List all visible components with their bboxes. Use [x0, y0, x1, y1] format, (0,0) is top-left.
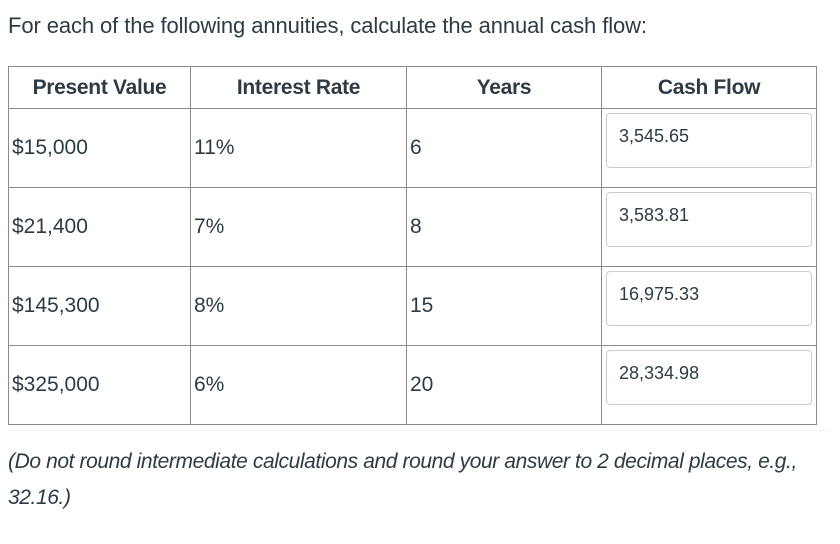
rounding-instructions: (Do not round intermediate calculations … — [8, 450, 797, 509]
interest-rate-cell: 11% — [190, 108, 407, 188]
present-value-cell: $21,400 — [8, 187, 191, 267]
table-row: $325,000 6% 20 28,334.98 — [8, 345, 817, 425]
annuities-table: Present Value Interest Rate Years Cash F… — [8, 66, 817, 425]
cash-flow-cell: 28,334.98 — [601, 345, 817, 425]
present-value-cell: $325,000 — [8, 345, 191, 425]
divider — [8, 430, 828, 431]
interest-rate-cell: 7% — [190, 187, 407, 267]
table-row: $21,400 7% 8 3,583.81 — [8, 187, 817, 267]
table-header-row: Present Value Interest Rate Years Cash F… — [8, 66, 817, 109]
cash-flow-input[interactable]: 16,975.33 — [606, 271, 812, 326]
header-present-value: Present Value — [8, 66, 191, 109]
years-cell: 8 — [406, 187, 602, 267]
header-cash-flow: Cash Flow — [601, 66, 817, 109]
table-row: $145,300 8% 15 16,975.33 — [8, 266, 817, 346]
question-prompt: For each of the following annuities, cal… — [8, 13, 647, 38]
present-value-cell: $15,000 — [8, 108, 191, 188]
header-interest-rate: Interest Rate — [190, 66, 407, 109]
cash-flow-cell: 3,583.81 — [601, 187, 817, 267]
header-years: Years — [406, 66, 602, 109]
interest-rate-cell: 8% — [190, 266, 407, 346]
present-value-cell: $145,300 — [8, 266, 191, 346]
cash-flow-input[interactable]: 3,545.65 — [606, 113, 812, 168]
years-cell: 15 — [406, 266, 602, 346]
cash-flow-input[interactable]: 28,334.98 — [606, 350, 812, 405]
cash-flow-cell: 16,975.33 — [601, 266, 817, 346]
cash-flow-cell: 3,545.65 — [601, 108, 817, 188]
cash-flow-input[interactable]: 3,583.81 — [606, 192, 812, 247]
years-cell: 6 — [406, 108, 602, 188]
interest-rate-cell: 6% — [190, 345, 407, 425]
table-row: $15,000 11% 6 3,545.65 — [8, 108, 817, 188]
years-cell: 20 — [406, 345, 602, 425]
